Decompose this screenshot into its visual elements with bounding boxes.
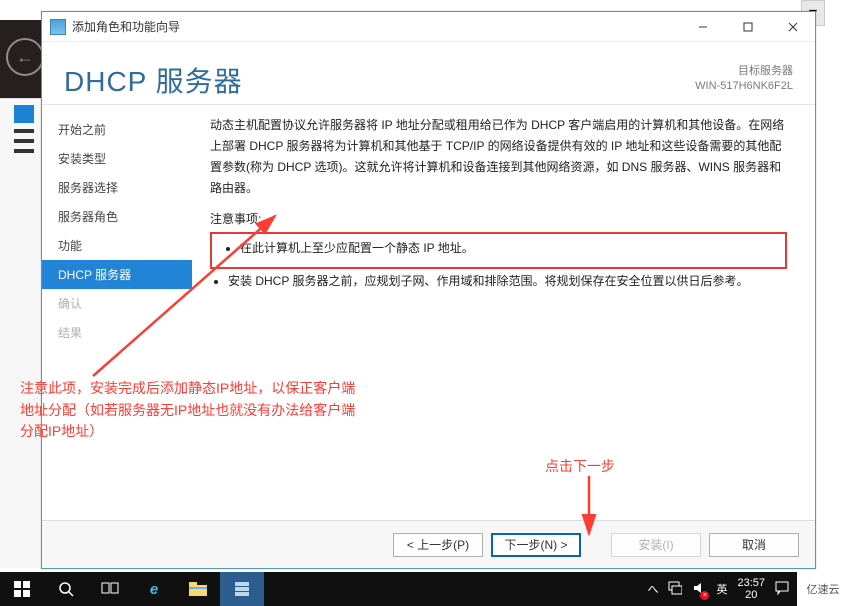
- nav-item-features[interactable]: 功能: [42, 231, 192, 260]
- system-tray[interactable]: へ × 英 23:57 20: [639, 572, 797, 606]
- page-title: DHCP 服务器: [64, 60, 695, 100]
- ime-indicator[interactable]: 英: [716, 581, 727, 597]
- watermark-brand: 亿速云: [797, 572, 849, 606]
- taskview-icon[interactable]: [88, 572, 132, 606]
- wizard-nav: 开始之前 安装类型 服务器选择 服务器角色 功能 DHCP 服务器 确认 结果: [42, 105, 192, 530]
- nav-item-confirm[interactable]: 确认: [42, 289, 192, 318]
- annotation-side-note: 注意此项，安装完成后添加静态IP地址，以保正客户端地址分配（如若服务器无IP地址…: [20, 378, 365, 443]
- note-planning: 安装 DHCP 服务器之前，应规划子网、作用域和排除范围。将规划保存在安全位置以…: [228, 271, 787, 292]
- nav-item-before[interactable]: 开始之前: [42, 115, 192, 144]
- annotation-step-note: 点击下一步: [545, 456, 615, 476]
- nav-item-server-select[interactable]: 服务器选择: [42, 173, 192, 202]
- wizard-window: 添加角色和功能向导 DHCP 服务器 目标服务器 WIN-517H6NK6F2L…: [41, 11, 816, 569]
- prev-button[interactable]: < 上一步(P): [393, 533, 483, 557]
- action-center-icon[interactable]: [775, 581, 789, 598]
- nav-item-install-type[interactable]: 安装类型: [42, 144, 192, 173]
- tray-chevron-icon[interactable]: へ: [647, 581, 658, 597]
- ie-icon[interactable]: e: [132, 572, 176, 606]
- nav-item-server-roles[interactable]: 服务器角色: [42, 202, 192, 231]
- clock[interactable]: 23:57 20: [737, 577, 765, 601]
- nav-item-dhcp[interactable]: DHCP 服务器: [42, 260, 192, 289]
- minimize-button[interactable]: [680, 12, 725, 42]
- sidebar-glyph: [14, 129, 34, 133]
- highlighted-note-box: 在此计算机上至少应配置一个静态 IP 地址。: [210, 232, 787, 269]
- install-button[interactable]: 安装(I): [611, 533, 701, 557]
- taskbar[interactable]: e へ × 英 23:57 20 亿速云: [0, 572, 849, 606]
- cancel-button[interactable]: 取消: [709, 533, 799, 557]
- wizard-content: 动态主机配置协议允许服务器将 IP 地址分配或租用给已作为 DHCP 客户端启用…: [192, 105, 815, 530]
- intro-text: 动态主机配置协议允许服务器将 IP 地址分配或租用给已作为 DHCP 客户端启用…: [210, 115, 787, 199]
- clock-date: 20: [737, 589, 765, 601]
- maximize-button[interactable]: [725, 12, 770, 42]
- sidebar-glyph: [14, 139, 34, 143]
- network-icon[interactable]: [668, 581, 682, 598]
- target-label: 目标服务器: [695, 64, 793, 79]
- target-server-info: 目标服务器 WIN-517H6NK6F2L: [695, 60, 793, 95]
- close-button[interactable]: [770, 12, 815, 42]
- server-manager-icon[interactable]: [220, 572, 264, 606]
- volume-icon[interactable]: ×: [692, 581, 706, 598]
- note-static-ip: 在此计算机上至少应配置一个静态 IP 地址。: [240, 238, 775, 259]
- explorer-icon[interactable]: [176, 572, 220, 606]
- back-icon[interactable]: ←: [6, 38, 44, 76]
- wizard-footer: < 上一步(P) 下一步(N) > 安装(I) 取消: [42, 520, 815, 568]
- app-icon: [50, 19, 66, 35]
- wizard-header: DHCP 服务器 目标服务器 WIN-517H6NK6F2L: [42, 42, 815, 105]
- sidebar-glyph: [14, 149, 34, 153]
- start-button[interactable]: [0, 572, 44, 606]
- search-icon[interactable]: [44, 572, 88, 606]
- next-button[interactable]: 下一步(N) >: [491, 533, 581, 557]
- target-server-name: WIN-517H6NK6F2L: [695, 79, 793, 94]
- dashboard-tile-icon: [14, 105, 34, 123]
- window-title: 添加角色和功能向导: [72, 18, 180, 35]
- titlebar[interactable]: 添加角色和功能向导: [42, 12, 815, 42]
- notes-label: 注意事项:: [210, 209, 787, 230]
- nav-item-result[interactable]: 结果: [42, 318, 192, 347]
- clock-time: 23:57: [737, 577, 765, 589]
